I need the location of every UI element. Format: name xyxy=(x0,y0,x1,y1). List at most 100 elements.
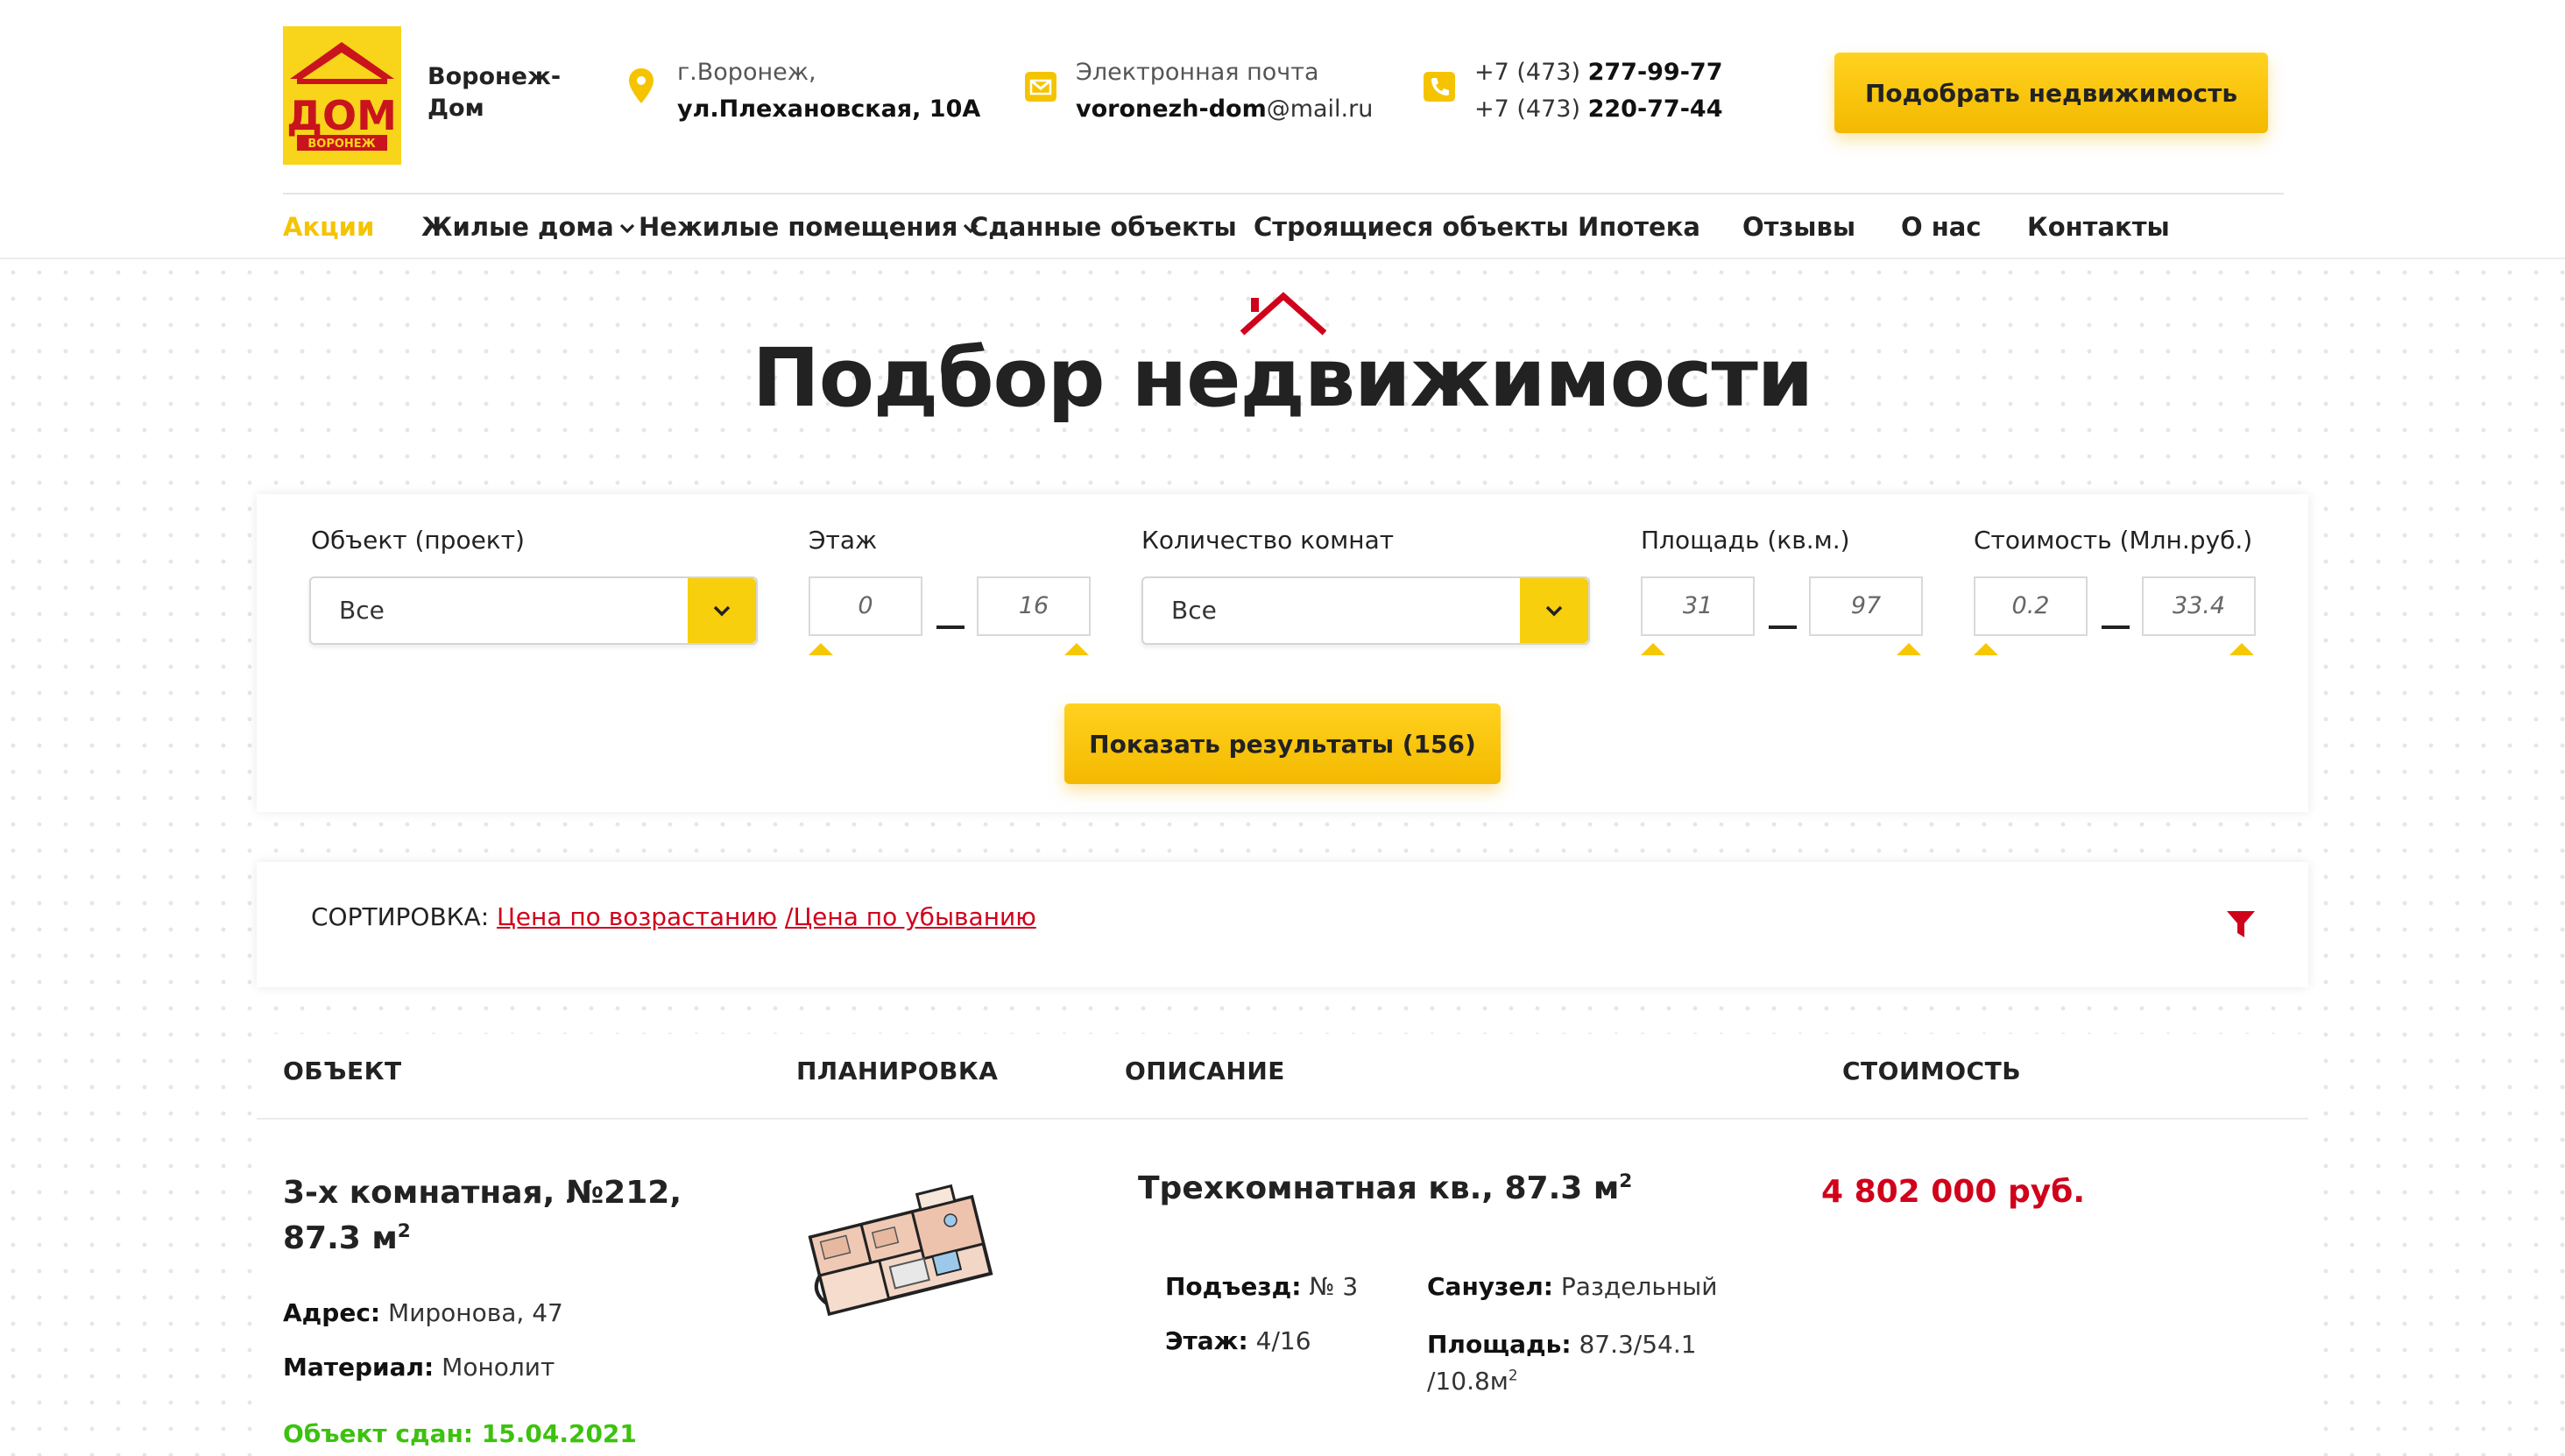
entrance-label: Подъезд: xyxy=(1165,1272,1302,1301)
chevron-down-icon xyxy=(619,223,634,234)
price-max-slider-handle[interactable] xyxy=(2229,643,2254,655)
phone-2[interactable]: +7 (473) 220-77-44 xyxy=(1474,91,1723,128)
floor-plan-image[interactable] xyxy=(800,1181,1001,1330)
logo-subtext: ВОРОНЕЖ xyxy=(307,138,375,151)
find-property-button[interactable]: Подобрать недвижимость xyxy=(1834,53,2268,133)
nav-label: О нас xyxy=(1901,212,1982,242)
sort-panel: СОРТИРОВКА: Цена по возрастанию /Цена по… xyxy=(257,862,2308,987)
rooms-filter-label: Количество комнат xyxy=(1141,526,1395,555)
column-header-object: ОБЪЕКТ xyxy=(283,1057,402,1085)
nav-item-residential[interactable]: Жилые дома xyxy=(421,207,635,247)
phone-1-prefix: +7 (473) xyxy=(1474,59,1588,86)
floor-max-input[interactable]: 16 xyxy=(977,576,1091,636)
description-title-text: Трехкомнатная кв., 87.3 м xyxy=(1138,1170,1620,1206)
description-title-sup: 2 xyxy=(1619,1170,1633,1192)
area-min-slider-handle[interactable] xyxy=(1641,643,1665,655)
nav-label: Ипотека xyxy=(1578,212,1700,242)
floor-value: 4/16 xyxy=(1255,1326,1311,1355)
mail-icon xyxy=(1025,72,1056,102)
site-logo[interactable]: ДОМ ВОРОНЕЖ xyxy=(283,26,401,165)
nav-label: Строящиеся объекты xyxy=(1254,212,1569,242)
area-min-input[interactable]: 31 xyxy=(1641,576,1755,636)
nav-item-promotions[interactable]: Акции xyxy=(283,207,374,247)
nav-item-contacts[interactable]: Контакты xyxy=(2027,207,2170,247)
range-dash xyxy=(936,626,965,629)
material-value: Монолит xyxy=(442,1353,555,1382)
price-min-input[interactable]: 0.2 xyxy=(1974,576,2088,636)
floor-max-slider-handle[interactable] xyxy=(1064,643,1089,655)
address-label: Адрес: xyxy=(283,1298,381,1327)
price-filter-label: Стоимость (Млн.руб.) xyxy=(1974,526,2253,555)
rooms-select-toggle[interactable] xyxy=(1520,578,1588,643)
floor-info: Этаж: 4/16 xyxy=(1165,1326,1311,1355)
phone-1[interactable]: +7 (473) 277-99-77 xyxy=(1474,54,1723,91)
logo-text: ДОМ xyxy=(286,92,397,139)
column-header-price: СТОИМОСТЬ xyxy=(1842,1057,2022,1085)
nav-item-under-construction[interactable]: Строящиеся объекты xyxy=(1254,207,1569,247)
area-max-input[interactable]: 97 xyxy=(1809,576,1923,636)
filter-icon[interactable] xyxy=(2226,909,2256,939)
nav-item-completed[interactable]: Сданные объекты xyxy=(970,207,1237,247)
results-table: ОБЪЕКТ ПЛАНИРОВКА ОПИСАНИЕ СТОИМОСТЬ 3-х… xyxy=(257,1034,2308,1456)
sort-price-desc-link[interactable]: Цена по убыванию xyxy=(793,902,1035,931)
bathroom-value: Раздельный xyxy=(1560,1272,1718,1301)
listing-price: 4 802 000 руб. xyxy=(1821,1174,2085,1210)
address-city: г.Воронеж, xyxy=(677,59,816,86)
area-max-slider-handle[interactable] xyxy=(1897,643,1921,655)
floor-label: Этаж: xyxy=(1165,1326,1248,1355)
floor-min-input[interactable]: 0 xyxy=(809,576,922,636)
brand-name-line2: Дом xyxy=(428,95,484,122)
site-header: ДОМ ВОРОНЕЖ Воронеж- Дом г.Воронеж, ул.П… xyxy=(0,0,2565,259)
brand-name-line1: Воронеж- xyxy=(428,63,562,90)
nav-label: Контакты xyxy=(2027,212,2170,242)
area-label: Площадь: xyxy=(1427,1330,1572,1359)
phone-1-number: 277-99-77 xyxy=(1587,59,1723,86)
column-header-layout: ПЛАНИРОВКА xyxy=(796,1057,999,1085)
area-filter-label: Площадь (кв.м.) xyxy=(1641,526,1850,555)
email-user: voronezh-dom xyxy=(1076,95,1267,123)
nav-label: Нежилые помещения xyxy=(639,212,958,242)
map-pin-icon xyxy=(629,68,654,103)
nav-item-about[interactable]: О нас xyxy=(1901,207,1982,247)
object-filter-label: Объект (проект) xyxy=(311,526,525,555)
object-select-value: Все xyxy=(339,596,385,625)
entrance-info: Подъезд: № 3 xyxy=(1165,1272,1358,1301)
area-info: Площадь: 87.3/54.1 /10.8м2 xyxy=(1427,1326,1697,1400)
nav-label: Акции xyxy=(283,212,375,242)
area-value-line1: 87.3/54.1 xyxy=(1579,1330,1697,1359)
address-value: Миронова, 47 xyxy=(388,1298,563,1327)
nav-label: Сданные объекты xyxy=(970,212,1237,242)
price-max-input[interactable]: 33.4 xyxy=(2142,576,2256,636)
sort-label: СОРТИРОВКА: xyxy=(311,902,490,931)
listing-title[interactable]: 3-х комнатная, №212, 87.3 м2 xyxy=(283,1170,738,1262)
filter-panel: Объект (проект) Все Этаж 0 16 Количество… xyxy=(257,494,2308,812)
range-dash xyxy=(1769,626,1797,629)
nav-item-reviews[interactable]: Отзывы xyxy=(1742,207,1855,247)
listing-title-text: 3-х комнатная, №212, 87.3 м xyxy=(283,1175,682,1256)
rooms-select[interactable]: Все xyxy=(1141,576,1590,645)
listing-title-sup: 2 xyxy=(397,1220,411,1242)
nav-item-mortgage[interactable]: Ипотека xyxy=(1578,207,1700,247)
price-min-slider-handle[interactable] xyxy=(1974,643,1998,655)
range-dash xyxy=(2102,626,2130,629)
sort-row: СОРТИРОВКА: Цена по возрастанию /Цена по… xyxy=(311,902,1036,931)
object-select-toggle[interactable] xyxy=(688,578,756,643)
description-title: Трехкомнатная кв., 87.3 м2 xyxy=(1138,1170,1632,1206)
show-results-button[interactable]: Показать результаты (156) xyxy=(1064,703,1501,784)
object-select[interactable]: Все xyxy=(309,576,758,645)
entrance-value: № 3 xyxy=(1309,1272,1359,1301)
page-title: Подбор недвижимости xyxy=(752,331,1814,425)
rooms-select-value: Все xyxy=(1171,596,1217,625)
brand-name: Воронеж- Дом xyxy=(428,61,576,124)
header-phones: +7 (473) 277-99-77 +7 (473) 220-77-44 xyxy=(1474,54,1723,128)
floor-filter-label: Этаж xyxy=(809,526,878,555)
floor-min-slider-handle[interactable] xyxy=(809,643,833,655)
email-label: Электронная почта xyxy=(1076,59,1319,86)
nav-item-commercial[interactable]: Нежилые помещения xyxy=(639,207,979,247)
email-domain: @mail.ru xyxy=(1266,95,1374,123)
sort-price-asc-link[interactable]: Цена по возрастанию xyxy=(497,902,777,931)
bathroom-label: Санузел: xyxy=(1427,1272,1554,1301)
email-link[interactable]: voronezh-dom@mail.ru xyxy=(1076,91,1373,128)
phone-2-number: 220-77-44 xyxy=(1587,95,1723,123)
phone-icon xyxy=(1424,72,1455,102)
